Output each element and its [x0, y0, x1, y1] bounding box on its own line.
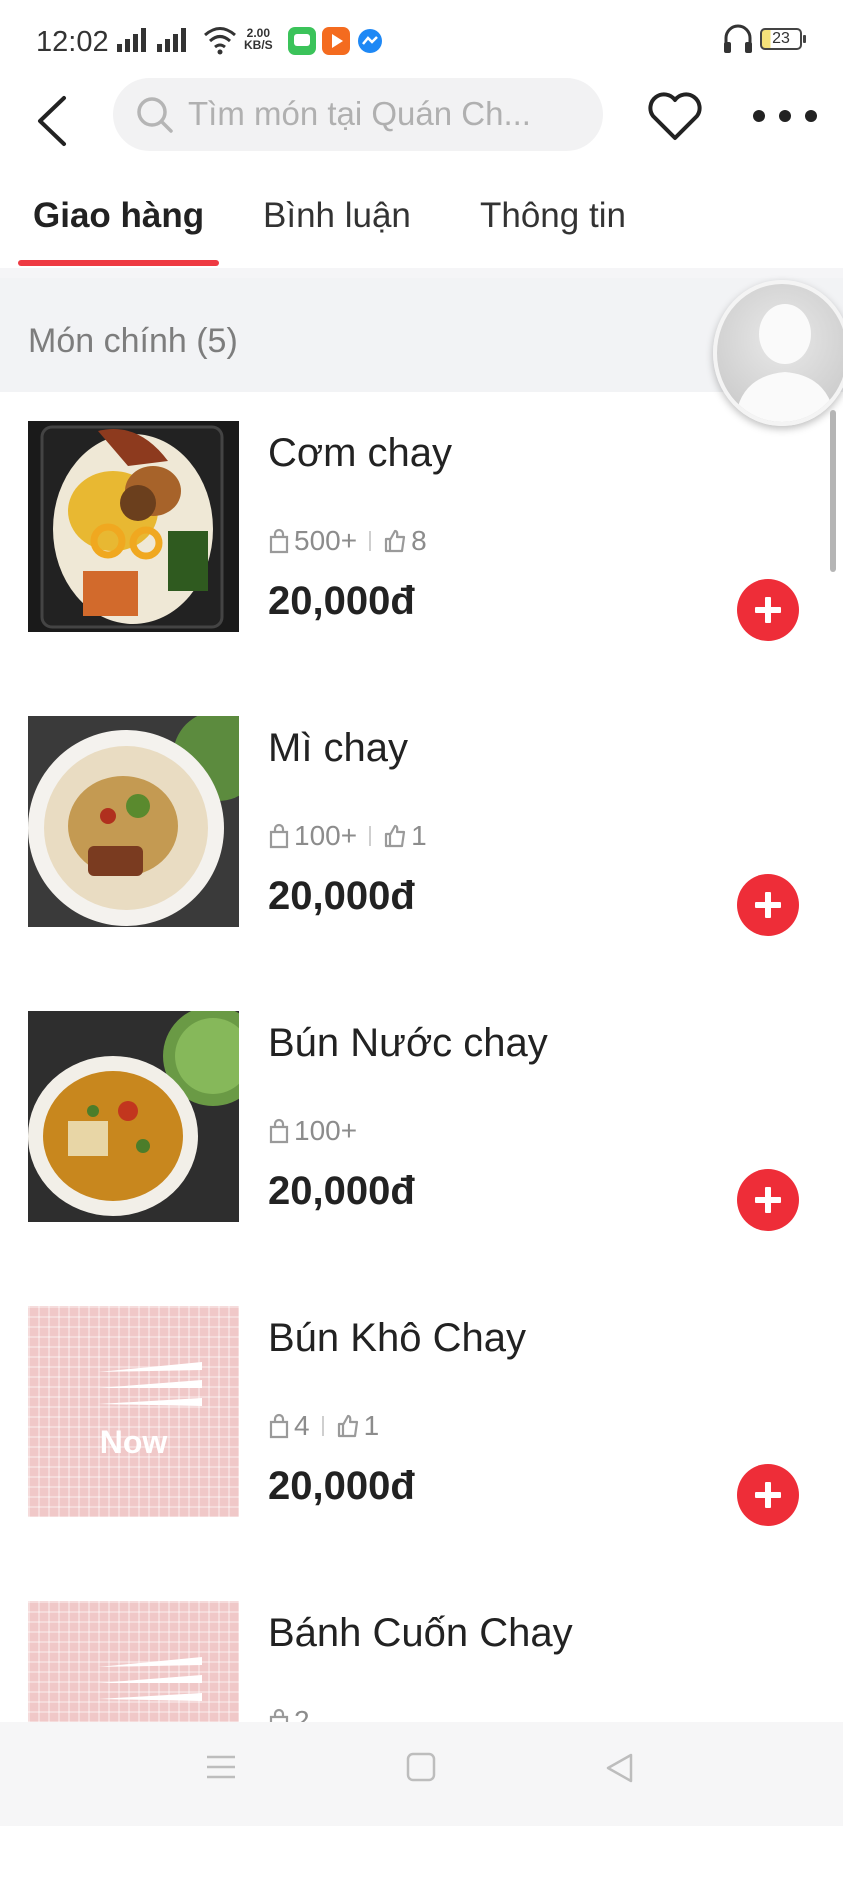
bag-icon: [269, 528, 289, 554]
like-count: 1: [411, 820, 427, 851]
item-price: 20,000đ: [268, 874, 415, 918]
wifi-icon: [204, 27, 236, 55]
food-image: [28, 716, 239, 927]
app-header: [0, 78, 843, 173]
person-silhouette-icon: [735, 304, 835, 422]
like-count: 8: [411, 525, 427, 556]
scrollbar[interactable]: [830, 410, 836, 572]
item-price: 20,000đ: [268, 1169, 415, 1213]
item-name: Cơm chay: [268, 431, 453, 475]
bag-icon: [269, 1413, 289, 1439]
now-logo-text: Now: [99, 1424, 168, 1460]
active-tab-indicator: [18, 260, 219, 266]
tab-delivery[interactable]: Giao hàng: [33, 196, 204, 236]
chat-app-icon: [288, 27, 316, 55]
stats-divider: [369, 531, 372, 551]
home-icon[interactable]: [406, 1752, 436, 1782]
add-to-cart-button[interactable]: [737, 874, 799, 936]
system-nav-bar: [0, 1722, 843, 1826]
menu-item[interactable]: Bún Nước chay 100+ 20,000đ: [0, 1011, 843, 1306]
stats-divider: [321, 1416, 324, 1436]
now-logo-icon: [98, 1657, 202, 1701]
now-logo-icon: [98, 1362, 202, 1406]
menu-item[interactable]: Mì chay 100+ 1 20,000đ: [0, 716, 843, 1011]
item-name: Mì chay: [268, 726, 409, 770]
item-name: Bún Nước chay: [268, 1021, 548, 1065]
item-stats: 4 1: [268, 1410, 379, 1442]
stats-divider: [369, 826, 372, 846]
item-price: 20,000đ: [268, 579, 415, 623]
add-to-cart-button[interactable]: [737, 1169, 799, 1231]
menu-icon[interactable]: [205, 1752, 237, 1782]
sold-count: 100+: [294, 820, 358, 851]
status-time: 12:02: [36, 26, 109, 58]
network-speed: 2.00 KB/S: [244, 27, 273, 51]
search-bar[interactable]: [113, 78, 603, 151]
messenger-icon: [358, 29, 382, 53]
search-input[interactable]: [188, 88, 588, 140]
item-name: Bún Khô Chay: [268, 1316, 526, 1360]
thumbs-up-icon: [384, 529, 406, 553]
menu-item[interactable]: Cơm chay 500+ 8 20,000đ: [0, 421, 843, 716]
support-avatar-button[interactable]: [713, 280, 843, 426]
like-count: 1: [363, 1410, 380, 1441]
sold-count: 500+: [294, 525, 358, 556]
sold-count: 4: [294, 1410, 310, 1441]
battery-indicator: 23: [760, 28, 806, 50]
category-title: Món chính (5): [28, 322, 238, 360]
menu-item[interactable]: Now Bún Khô Chay 4 1 20,000đ: [0, 1306, 843, 1601]
thumbs-up-icon: [337, 1414, 358, 1438]
status-bar: 12:02 2.00 KB/S 23: [0, 0, 843, 78]
item-stats: 100+ 1: [268, 820, 427, 852]
tab-divider: [0, 268, 843, 278]
tab-info[interactable]: Thông tin: [480, 196, 626, 236]
back-triangle-icon[interactable]: [604, 1752, 634, 1784]
add-to-cart-button[interactable]: [737, 579, 799, 641]
headset-icon: [724, 24, 752, 53]
tab-reviews[interactable]: Bình luận: [263, 196, 411, 236]
item-name: Bánh Cuốn Chay: [268, 1611, 573, 1655]
speed-unit: KB/S: [244, 38, 273, 52]
bag-icon: [269, 823, 289, 849]
video-app-icon: [322, 27, 350, 55]
add-to-cart-button[interactable]: [737, 1464, 799, 1526]
more-options-icon[interactable]: [750, 98, 820, 134]
bag-icon: [269, 1118, 289, 1144]
thumbs-up-icon: [384, 824, 406, 848]
cell-signal-icon: [117, 28, 146, 52]
back-arrow-icon[interactable]: [28, 90, 78, 150]
cell-signal-2-icon: [157, 28, 186, 52]
tab-bar: Giao hàng Bình luận Thông tin: [0, 180, 843, 268]
food-image: [28, 421, 239, 632]
food-image: [28, 1011, 239, 1222]
favorite-heart-icon[interactable]: [645, 88, 705, 143]
item-price: 20,000đ: [268, 1464, 415, 1508]
item-stats: 100+: [268, 1115, 357, 1147]
item-stats: 500+ 8: [268, 525, 427, 557]
placeholder-image: Now: [28, 1306, 239, 1517]
sold-count: 100+: [294, 1115, 358, 1146]
search-icon: [137, 97, 173, 133]
